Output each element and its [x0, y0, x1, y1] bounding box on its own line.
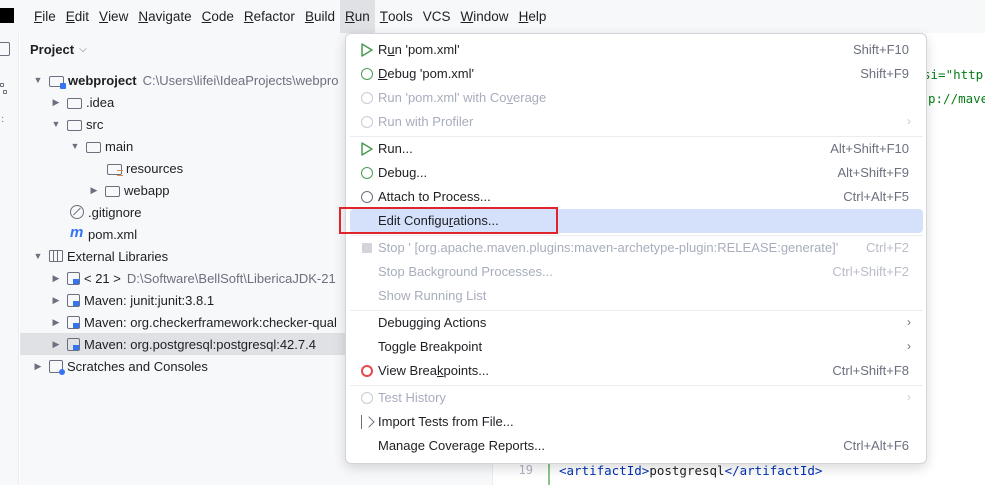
code-fragment: p://maven — [928, 91, 985, 106]
tool-window-strip: · · — [0, 33, 19, 485]
menu-item-run-coverage: Run 'pom.xml' with Coverage — [350, 86, 923, 110]
scratches-icon — [49, 359, 65, 375]
collapse-arrow-icon[interactable]: ▶ — [51, 339, 61, 349]
menu-file[interactable]: File — [29, 0, 61, 33]
debug-icon — [359, 66, 375, 82]
resources-folder-icon — [107, 163, 123, 176]
app-logo-icon[interactable] — [0, 8, 14, 23]
chevron-down-icon: ⌵ — [79, 44, 87, 55]
menu-item-test-history: Test History › — [350, 386, 923, 410]
menu-help[interactable]: Help — [514, 0, 552, 33]
code-line: <artifactId>postgresql</artifactId> — [559, 463, 823, 478]
attach-debugger-icon — [359, 189, 375, 205]
run-icon — [359, 42, 375, 58]
submenu-arrow-icon: › — [907, 114, 911, 128]
code-fragment: si="http:/ — [923, 67, 985, 82]
jar-icon — [67, 293, 80, 307]
menu-item-debug[interactable]: Debug... Alt+Shift+F9 — [350, 161, 923, 185]
menu-window[interactable]: Window — [456, 0, 514, 33]
folder-icon — [86, 141, 101, 153]
collapse-arrow-icon[interactable]: ▶ — [51, 317, 61, 327]
collapse-arrow-icon[interactable]: ▶ — [51, 273, 61, 283]
menu-item-stop-background: Stop Background Processes... Ctrl+Shift+… — [378, 264, 909, 279]
menu-item-debugging-actions[interactable]: Debugging Actions › — [350, 311, 923, 335]
maven-file-icon: m — [70, 224, 84, 241]
project-tool-icon[interactable] — [0, 42, 10, 56]
menu-edit[interactable]: Edit — [61, 0, 94, 33]
menu-item-run-profiler: Run with Profiler › — [350, 110, 923, 134]
history-icon — [359, 390, 375, 406]
menu-view[interactable]: View — [94, 0, 133, 33]
run-icon — [359, 141, 375, 157]
import-icon — [359, 414, 375, 430]
menu-bar: File Edit View Navigate Code Refactor Bu… — [0, 0, 985, 33]
menu-item-view-breakpoints[interactable]: View Breakpoints... Ctrl+Shift+F8 — [350, 359, 923, 383]
expand-arrow-icon[interactable]: ▼ — [33, 75, 43, 85]
more-tools-icon[interactable]: · · — [1, 113, 5, 127]
folder-icon — [105, 185, 120, 197]
menu-code[interactable]: Code — [197, 0, 239, 33]
run-menu: Run 'pom.xml' Shift+F10 Debug 'pom.xml' … — [345, 33, 927, 464]
menu-item-show-running-list: Show Running List — [378, 288, 487, 303]
structure-tool-icon[interactable] — [0, 83, 9, 97]
collapse-arrow-icon[interactable]: ▶ — [33, 361, 43, 371]
annotation-highlight-box — [339, 207, 558, 234]
change-marker — [548, 463, 550, 485]
expand-arrow-icon[interactable]: ▼ — [70, 141, 80, 151]
menu-item-attach-process[interactable]: Attach to Process... Ctrl+Alt+F5 — [350, 185, 923, 209]
coverage-icon — [359, 90, 375, 106]
menu-item-import-tests[interactable]: Import Tests from File... — [350, 410, 923, 434]
stop-icon — [359, 240, 375, 256]
expand-arrow-icon[interactable]: ▼ — [33, 251, 43, 261]
ignore-file-icon — [70, 205, 84, 219]
submenu-arrow-icon: › — [907, 390, 911, 404]
menu-navigate[interactable]: Navigate — [133, 0, 196, 33]
menu-build[interactable]: Build — [300, 0, 340, 33]
expand-arrow-icon[interactable]: ▼ — [51, 119, 61, 129]
submenu-arrow-icon: › — [907, 315, 911, 329]
menu-tools[interactable]: Tools — [375, 0, 418, 33]
menu-refactor[interactable]: Refactor — [239, 0, 300, 33]
project-panel-header[interactable]: Project ⌵ — [30, 42, 87, 57]
module-folder-icon — [49, 75, 66, 89]
collapse-arrow-icon[interactable]: ▶ — [51, 97, 61, 107]
profiler-icon — [359, 114, 375, 130]
breakpoints-icon — [359, 363, 375, 379]
menu-item-manage-coverage[interactable]: Manage Coverage Reports... Ctrl+Alt+F6 — [350, 434, 923, 458]
debug-icon — [359, 165, 375, 181]
menu-item-run-pom[interactable]: Run 'pom.xml' Shift+F10 — [350, 38, 923, 62]
folder-icon — [67, 97, 82, 109]
line-number: 19 — [518, 463, 533, 477]
menu-vcs[interactable]: VCS — [418, 0, 456, 33]
collapse-arrow-icon[interactable]: ▶ — [89, 185, 99, 195]
library-icon — [49, 250, 63, 262]
jdk-icon — [67, 271, 80, 285]
menu-run[interactable]: Run — [339, 0, 375, 33]
menu-item-debug-pom[interactable]: Debug 'pom.xml' Shift+F9 — [350, 62, 923, 86]
menu-item-toggle-breakpoint[interactable]: Toggle Breakpoint › — [350, 335, 923, 359]
tree-item-postgresql[interactable]: ▶ Maven: org.postgresql:postgresql:42.7.… — [20, 333, 360, 355]
jar-icon — [67, 315, 80, 329]
menu-bar-items: File Edit View Navigate Code Refactor Bu… — [29, 0, 551, 33]
menu-item-run[interactable]: Run... Alt+Shift+F10 — [350, 137, 923, 161]
folder-icon — [67, 119, 82, 131]
submenu-arrow-icon: › — [907, 339, 911, 353]
jar-icon — [67, 337, 80, 351]
collapse-arrow-icon[interactable]: ▶ — [51, 295, 61, 305]
menu-item-stop: Stop ' [org.apache.maven.plugins:maven-a… — [350, 236, 923, 260]
